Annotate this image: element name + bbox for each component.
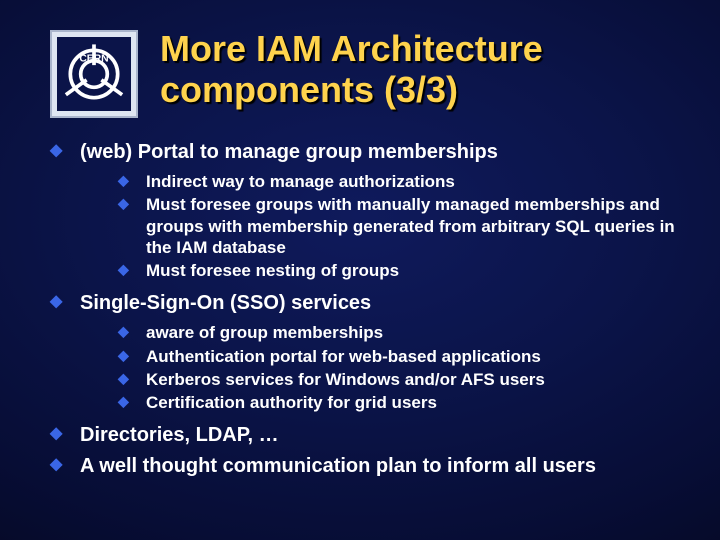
- slide-header: CERN More IAM Architecture components (3…: [50, 28, 680, 118]
- sub-item: Must foresee groups with manually manage…: [118, 194, 680, 258]
- cern-logo-icon: CERN: [57, 37, 131, 111]
- list-item: A well thought communication plan to inf…: [50, 454, 680, 479]
- svg-text:CERN: CERN: [79, 53, 108, 64]
- list-item: Single-Sign-On (SSO) services aware of g…: [50, 291, 680, 413]
- title-line-1: More IAM Architecture: [160, 28, 543, 69]
- sub-item: Must foresee nesting of groups: [118, 260, 680, 281]
- slide: CERN More IAM Architecture components (3…: [0, 0, 720, 540]
- sub-item: Certification authority for grid users: [118, 392, 680, 413]
- bullet-list: (web) Portal to manage group memberships…: [50, 140, 680, 479]
- sub-item: aware of group memberships: [118, 322, 680, 343]
- sub-item: Authentication portal for web-based appl…: [118, 346, 680, 367]
- cern-logo: CERN: [50, 30, 138, 118]
- item-text: (web) Portal to manage group memberships: [80, 141, 498, 163]
- list-item: Directories, LDAP, …: [50, 423, 680, 448]
- sub-list: aware of group memberships Authenticatio…: [80, 322, 680, 413]
- item-text: A well thought communication plan to inf…: [80, 455, 596, 477]
- item-text: Directories, LDAP, …: [80, 424, 279, 446]
- item-text: Single-Sign-On (SSO) services: [80, 292, 371, 314]
- list-item: (web) Portal to manage group memberships…: [50, 140, 680, 281]
- slide-title: More IAM Architecture components (3/3): [160, 28, 543, 111]
- sub-item: Kerberos services for Windows and/or AFS…: [118, 369, 680, 390]
- title-line-2: components (3/3): [160, 69, 458, 110]
- slide-body: (web) Portal to manage group memberships…: [50, 140, 680, 479]
- sub-list: Indirect way to manage authorizations Mu…: [80, 171, 680, 281]
- sub-item: Indirect way to manage authorizations: [118, 171, 680, 192]
